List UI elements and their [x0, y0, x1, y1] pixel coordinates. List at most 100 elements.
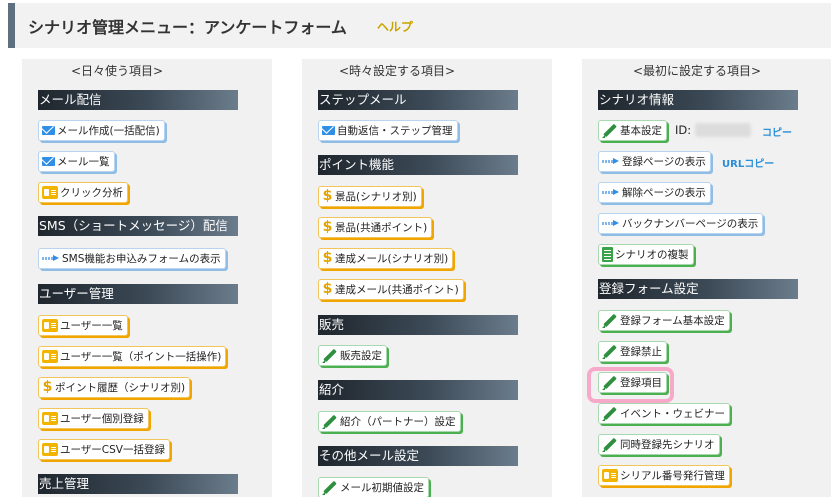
- id-card-icon: [602, 469, 618, 482]
- section-referral: 紹介: [318, 380, 518, 400]
- section-mail-delivery: メール配信: [38, 90, 238, 110]
- button-label: メール作成(一括配信): [57, 125, 160, 137]
- referral-partner-settings-button[interactable]: 紹介（パートナー）設定: [318, 411, 461, 432]
- pencil-icon: [322, 348, 338, 363]
- section-point-feature: ポイント機能: [318, 155, 518, 175]
- button-label: 登録ページの表示: [622, 156, 706, 168]
- mail-list-button[interactable]: メール一覧: [38, 151, 115, 172]
- mail-icon: [42, 126, 55, 135]
- button-label: 登録フォーム基本設定: [620, 315, 725, 327]
- achievement-mail-scenario-button[interactable]: $ 達成メール(シナリオ別): [318, 248, 454, 269]
- dollar-icon: $: [322, 219, 333, 235]
- id-card-icon: [42, 443, 58, 456]
- pencil-icon: [322, 414, 338, 429]
- url-copy-link[interactable]: URLコピー: [722, 155, 774, 170]
- arrow-right-icon: [602, 189, 620, 196]
- button-label: 解除ページの表示: [622, 187, 706, 199]
- basic-settings-button[interactable]: 基本設定: [598, 120, 667, 141]
- section-registration-form-settings: 登録フォーム設定: [598, 279, 798, 299]
- button-label: シナリオの複製: [615, 249, 689, 261]
- page-header: シナリオ管理メニュー：アンケートフォーム ヘルプ: [8, 3, 831, 48]
- document-icon: [602, 247, 613, 262]
- user-list-button[interactable]: ユーザー一覧: [38, 315, 128, 336]
- event-webinar-button[interactable]: イベント・ウェビナー: [598, 403, 730, 424]
- mail-icon: [322, 126, 335, 135]
- registration-page-view-button[interactable]: 登録ページの表示: [598, 151, 711, 172]
- pencil-icon: [602, 313, 618, 328]
- button-label: イベント・ウェビナー: [620, 408, 725, 420]
- pencil-icon: [602, 437, 618, 452]
- sms-signup-form-button[interactable]: SMS機能お申込みフォームの表示: [38, 248, 226, 269]
- dollar-icon: $: [322, 281, 333, 297]
- button-label: ユーザー一覧: [60, 320, 123, 332]
- auto-reply-step-button[interactable]: 自動返信・ステップ管理: [318, 120, 458, 141]
- button-label: 景品(シナリオ別): [335, 191, 417, 203]
- copy-id-link[interactable]: コピー: [762, 124, 792, 139]
- prize-common-point-button[interactable]: $ 景品(共通ポイント): [318, 217, 433, 238]
- button-label: バックナンバーページの表示: [622, 218, 759, 230]
- id-card-icon: [42, 412, 58, 425]
- highlight-annotation: [587, 367, 674, 403]
- scenario-id-value-redacted: [695, 123, 751, 137]
- section-user-management: ユーザー管理: [38, 284, 238, 304]
- section-step-mail: ステップメール: [318, 90, 518, 110]
- pencil-icon: [602, 406, 618, 421]
- column-initial: <最初に設定する項目> シナリオ情報 基本設定 ID: コピー 登録ページの表示…: [582, 59, 831, 497]
- button-label: 景品(共通ポイント): [335, 222, 428, 234]
- dollar-icon: $: [322, 188, 333, 204]
- user-individual-register-button[interactable]: ユーザー個別登録: [38, 408, 149, 429]
- column-heading: <日々使う項目>: [70, 64, 164, 78]
- arrow-right-icon: [42, 255, 60, 262]
- section-sms: SMS（ショートメッセージ）配信: [38, 216, 238, 236]
- pencil-icon: [602, 344, 618, 359]
- scenario-duplicate-button[interactable]: シナリオの複製: [598, 244, 694, 265]
- button-label: 販売設定: [340, 350, 382, 362]
- dollar-icon: $: [322, 250, 333, 266]
- column-daily: <日々使う項目> メール配信 メール作成(一括配信) メール一覧 クリック分析 …: [22, 59, 272, 497]
- registration-form-basic-settings-button[interactable]: 登録フォーム基本設定: [598, 310, 730, 331]
- unsubscribe-page-view-button[interactable]: 解除ページの表示: [598, 182, 711, 203]
- button-label: 基本設定: [620, 125, 662, 137]
- button-label: ユーザー個別登録: [60, 413, 144, 425]
- id-card-icon: [42, 186, 58, 199]
- achievement-mail-common-button[interactable]: $ 達成メール(共通ポイント): [318, 279, 464, 300]
- page-title: シナリオ管理メニュー：アンケートフォーム: [28, 17, 347, 37]
- button-label: ポイント履歴（シナリオ別): [55, 382, 186, 394]
- section-sales: 販売: [318, 315, 518, 335]
- scenario-menu-page: シナリオ管理メニュー：アンケートフォーム ヘルプ <日々使う項目> メール配信 …: [0, 0, 831, 497]
- backnumber-page-view-button[interactable]: バックナンバーページの表示: [598, 213, 764, 234]
- button-label: 達成メール(シナリオ別): [335, 253, 449, 265]
- section-scenario-info: シナリオ情報: [598, 90, 798, 110]
- button-label: 達成メール(共通ポイント): [335, 284, 459, 296]
- serial-number-management-button[interactable]: シリアル番号発行管理: [598, 465, 730, 486]
- point-history-button[interactable]: $ ポイント履歴（シナリオ別): [38, 377, 191, 398]
- user-list-points-button[interactable]: ユーザー一覧（ポイント一括操作): [38, 346, 227, 367]
- mail-compose-button[interactable]: メール作成(一括配信): [38, 120, 165, 141]
- arrow-right-icon: [602, 220, 620, 227]
- registration-block-button[interactable]: 登録禁止: [598, 341, 667, 362]
- button-label: シリアル番号発行管理: [620, 470, 725, 482]
- button-label: ユーザーCSV一括登録: [60, 444, 165, 456]
- button-label: 自動返信・ステップ管理: [337, 125, 453, 137]
- help-link[interactable]: ヘルプ: [377, 18, 413, 35]
- prize-scenario-button[interactable]: $ 景品(シナリオ別): [318, 186, 422, 207]
- button-label: 同時登録先シナリオ: [620, 439, 715, 451]
- button-label: クリック分析: [60, 187, 123, 199]
- section-sales-management: 売上管理: [38, 474, 238, 494]
- simultaneous-registration-scenario-button[interactable]: 同時登録先シナリオ: [598, 434, 720, 455]
- button-label: 紹介（パートナー）設定: [340, 416, 456, 428]
- id-card-icon: [42, 319, 58, 332]
- button-label: 登録禁止: [620, 346, 662, 358]
- button-label: SMS機能お申込みフォームの表示: [62, 253, 221, 265]
- mail-default-settings-button[interactable]: メール初期値設定: [318, 477, 429, 497]
- column-occasional: <時々設定する項目> ステップメール 自動返信・ステップ管理 ポイント機能 $ …: [302, 59, 552, 497]
- click-analysis-button[interactable]: クリック分析: [38, 182, 128, 203]
- arrow-right-icon: [602, 158, 620, 165]
- scenario-id-label: ID:: [675, 123, 692, 137]
- section-other-mail-settings: その他メール設定: [318, 446, 518, 466]
- mail-icon: [42, 157, 55, 166]
- pencil-icon: [602, 123, 618, 138]
- user-csv-register-button[interactable]: ユーザーCSV一括登録: [38, 439, 170, 460]
- sales-settings-button[interactable]: 販売設定: [318, 345, 387, 366]
- column-heading: <最初に設定する項目>: [632, 64, 762, 78]
